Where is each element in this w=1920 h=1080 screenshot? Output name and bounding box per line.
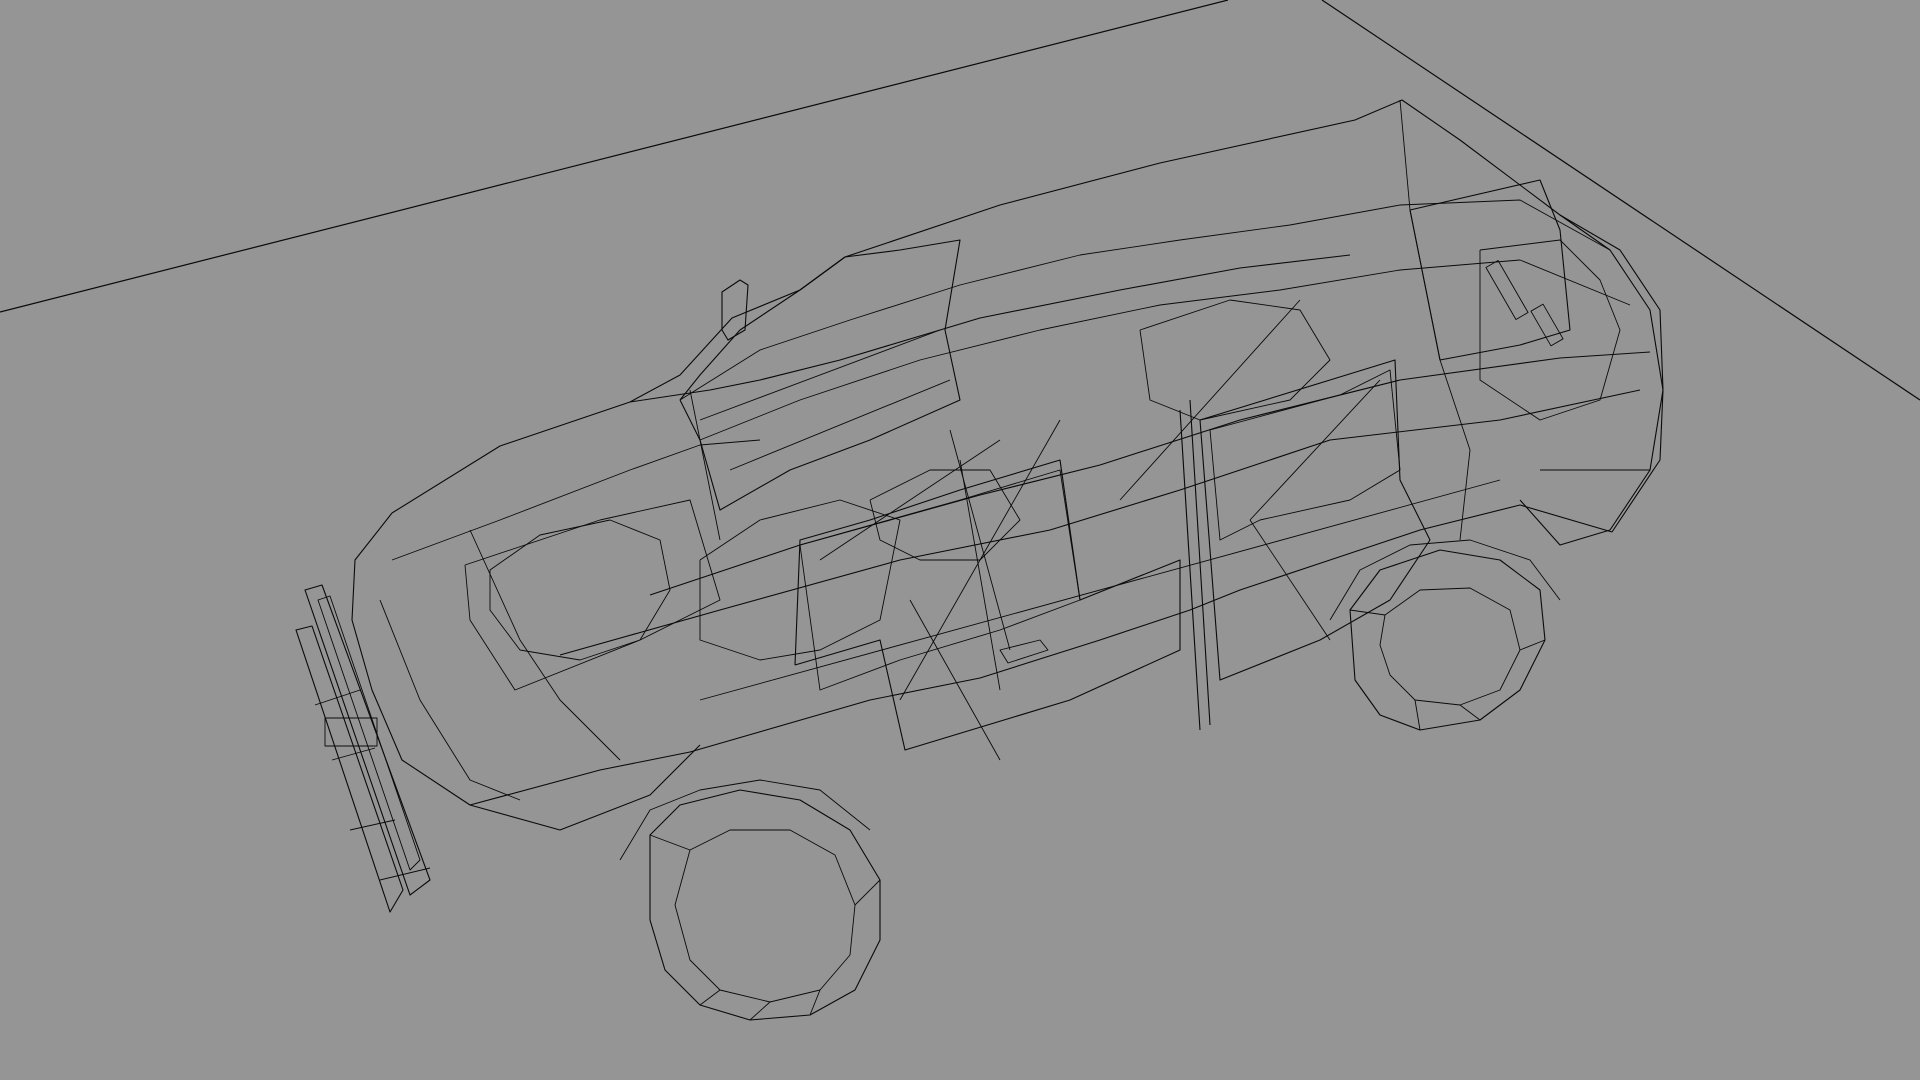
tailgate-outline [1519,214,1664,546]
front-door [794,429,1181,761]
bumper-line-2 [331,747,376,761]
ground-plane-edge-right [1321,0,1920,401]
front-wheel-inner [674,829,856,1003]
seat-front [869,469,1021,561]
seat-rear [1139,299,1331,421]
hood [351,439,761,831]
rear-wheel [1349,549,1546,731]
wireframe-canvas[interactable] [0,0,1920,1080]
rear-door-window [1209,369,1401,541]
hood-outline [351,512,701,831]
interior-diag-1 [819,439,1001,561]
front-wheel-spoke-5 [809,989,821,1016]
rear-quarter-window [1409,179,1571,361]
a-pillar-left [689,389,721,541]
ground-plane [0,0,1920,401]
interior-diag-4 [1119,299,1301,501]
b-pillar-1 [1179,409,1201,731]
front-door-window [799,469,1081,691]
body-shell [391,99,1664,806]
front-wheel-spoke-3 [749,1001,771,1021]
rear-wheel-outer [1349,549,1546,731]
rear-door [1179,359,1431,731]
rear-wheel-spoke-1 [1349,609,1386,616]
body-roof-outline [629,99,1664,533]
bumper-line-4 [379,867,431,881]
hood-front-line [379,599,521,801]
hood-panel-line [464,499,721,691]
tailgate-window [1479,239,1621,421]
bumper-line-3 [349,819,396,831]
front-wheel-outer [649,789,881,1021]
windshield-diag-1 [699,329,941,421]
interior-floor [699,479,1501,701]
tail-light-right [1530,303,1564,347]
front-wheel-spoke-2 [854,879,881,906]
vehicle-model[interactable] [295,99,1664,1021]
front-door-handle [999,639,1049,664]
tail-light-left [1485,260,1529,320]
body-upper-belt [649,351,1651,596]
rear-door-frame [1199,359,1431,681]
body-belt-line [559,389,1641,656]
grille-frame-inner [295,625,404,913]
c-pillar [1399,99,1471,541]
dashboard [699,499,901,661]
front-wheel [649,789,881,1021]
grille-insert [317,595,421,871]
grille-frame-outer [304,584,431,896]
front-wheel-spoke-4 [699,989,721,1006]
rear-wheel-spoke-4 [1414,699,1421,731]
front-door-cut-1 [909,599,1001,761]
rear-wheel-arch [1329,539,1561,621]
rear-section [1399,99,1664,546]
front-door-frame [794,459,1181,751]
side-mirror [721,279,749,341]
3d-viewport[interactable] [0,0,1920,1080]
rear-wheel-inner [1379,587,1521,706]
front-wheel-spoke-1 [649,834,691,851]
rear-wheel-spoke-3 [1459,704,1481,721]
front-grille [295,584,431,913]
body-lower-outline [391,254,1351,514]
windshield-diag-2 [729,379,951,471]
ground-plane-edge-back [0,0,1229,313]
